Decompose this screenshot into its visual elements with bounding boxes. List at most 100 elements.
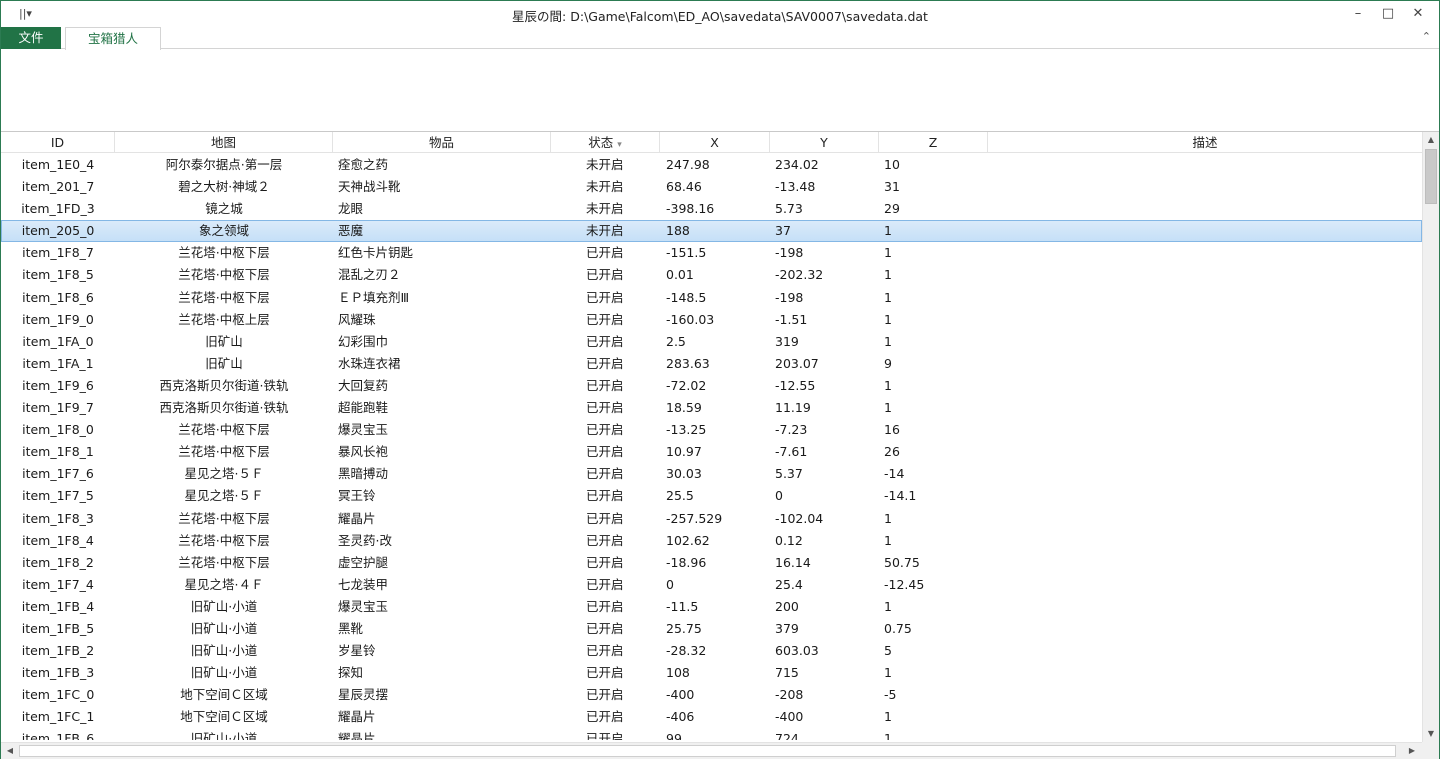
column-header-desc[interactable]: 描述 [988,132,1422,153]
cell-x: -18.96 [666,554,707,570]
cell-z: 31 [884,179,900,195]
window-title: 星辰の間: D:\Game\Falcom\ED_AO\savedata\SAV0… [512,9,928,24]
column-header-item[interactable]: 物品 [333,132,551,153]
cell-id: item_1FD_3 [21,201,95,217]
table-row[interactable]: item_1FB_3 旧矿山·小道 探知 已开启 108 715 1 [1,662,1422,684]
table-row[interactable]: item_205_0 象之领域 恶魔 未开启 188 37 1 [1,220,1422,243]
cell-item: 耀晶片 [338,510,376,526]
cell-id: item_1F7_4 [22,576,94,592]
cell-map: 旧矿山·小道 [190,598,258,614]
table-row[interactable]: item_1F8_6 兰花塔·中枢下层 ＥＰ填充剂Ⅲ 已开启 -148.5 -198 1 [1,287,1422,309]
tab-treasure-hunter[interactable]: 宝箱猎人 [65,27,161,50]
horizontal-scrollbar[interactable]: ◀ ▶ [1,742,1422,759]
cell-map: 地下空间Ｃ区域 [180,709,268,725]
cell-map: 兰花塔·中枢下层 [178,532,270,548]
cell-desc [988,706,1422,728]
table-row[interactable]: item_1FB_5 旧矿山·小道 黑靴 已开启 25.75 379 0.75 [1,618,1422,640]
table-row[interactable]: item_1F9_6 西克洛斯贝尔街道·铁轨 大回复药 已开启 -72.02 -12.55… [1,375,1422,397]
cell-state: 已开启 [586,665,624,681]
table-row[interactable]: item_1F7_6 星见之塔·５Ｆ 黑暗搏动 已开启 30.03 5.37 -14 [1,463,1422,485]
cell-item: 岁星铃 [338,643,376,659]
cell-desc [988,154,1422,176]
table-row[interactable]: item_1F8_2 兰花塔·中枢下层 虚空护腿 已开启 -18.96 16.14 50.7… [1,552,1422,574]
table-row[interactable]: item_1FB_2 旧矿山·小道 岁星铃 已开启 -28.32 603.03 5 [1,640,1422,662]
horizontal-scroll-thumb[interactable] [19,745,1396,757]
table-row[interactable]: item_1F7_4 星见之塔·４Ｆ 七龙装甲 已开启 0 25.4 -12.45 [1,574,1422,596]
cell-y: -400 [775,709,804,725]
table-row[interactable]: item_1F8_3 兰花塔·中枢下层 耀晶片 已开启 -257.529 -102.04 1 [1,508,1422,530]
cell-z: 1 [884,311,892,327]
cell-map: 地下空间Ｃ区域 [180,687,268,703]
cell-item: 爆灵宝玉 [338,422,389,438]
table-row[interactable]: item_1FC_0 地下空间Ｃ区域 星辰灵摆 已开启 -400 -208 -5 [1,684,1422,706]
cell-y: 234.02 [775,157,819,172]
column-header-map[interactable]: 地图 [115,132,333,153]
cell-item: 红色卡片钥匙 [338,245,414,261]
scroll-right-icon[interactable]: ▶ [1404,743,1420,759]
table-row[interactable]: item_1FA_1 旧矿山 水珠连衣裙 已开启 283.63 203.07 9 [1,353,1422,375]
table-row[interactable]: item_1F8_5 兰花塔·中枢下层 混乱之刃２ 已开启 0.01 -202.32 1 [1,264,1422,286]
table-row[interactable]: item_1FB_4 旧矿山·小道 爆灵宝玉 已开启 -11.5 200 1 [1,596,1422,618]
cell-y: -198 [775,245,804,261]
column-header-y[interactable]: Y [770,132,879,153]
column-header-x[interactable]: X [660,132,770,153]
cell-id: item_1F8_7 [22,245,94,261]
table-row[interactable]: item_1F8_7 兰花塔·中枢下层 红色卡片钥匙 已开启 -151.5 -198 1 [1,242,1422,264]
cell-y: 379 [775,620,799,636]
table-row[interactable]: item_1FC_1 地下空间Ｃ区域 耀晶片 已开启 -406 -400 1 [1,706,1422,728]
cell-y: -13.48 [775,179,816,195]
cell-desc [988,287,1422,309]
maximize-button[interactable]: □ [1373,5,1403,23]
vertical-scroll-thumb[interactable] [1425,149,1437,204]
table-row[interactable]: item_1E0_4 阿尔泰尔据点·第一层 痊愈之药 未开启 247.98 234.02 1… [1,154,1422,176]
cell-z: 16 [884,422,900,438]
table-row[interactable]: item_1FD_3 镜之城 龙眼 未开启 -398.16 5.73 29 [1,198,1422,220]
cell-map: 兰花塔·中枢下层 [178,245,270,261]
cell-x: 188 [666,223,690,239]
vertical-scrollbar[interactable]: ▲ ▼ [1422,132,1439,742]
tab-file[interactable]: 文件 [1,27,61,49]
cell-z: -12.45 [884,576,925,592]
column-header-id[interactable]: ID [1,132,115,153]
cell-x: 99 [666,731,682,740]
table-body: item_1E0_4 阿尔泰尔据点·第一层 痊愈之药 未开启 247.98 234.02 1… [1,154,1422,740]
table-row[interactable]: item_1F9_7 西克洛斯贝尔街道·铁轨 超能跑鞋 已开启 18.59 11.19 1 [1,397,1422,419]
cell-desc [988,596,1422,618]
cell-x: -406 [666,709,695,725]
cell-item: 大回复药 [338,377,389,393]
table-row[interactable]: item_1F9_0 兰花塔·中枢上层 风耀珠 已开启 -160.03 -1.51 1 [1,309,1422,331]
table-row[interactable]: item_1F8_0 兰花塔·中枢下层 爆灵宝玉 已开启 -13.25 -7.23 16 [1,419,1422,441]
cell-desc [988,176,1422,198]
table-row[interactable]: item_1F8_4 兰花塔·中枢下层 圣灵药·改 已开启 102.62 0.12 1 [1,530,1422,552]
table-row[interactable]: item_201_7 碧之大树·神域２ 天神战斗靴 未开启 68.46 -13.48 31 [1,176,1422,198]
cell-state: 已开启 [586,620,624,636]
table-row[interactable]: item_1F8_1 兰花塔·中枢下层 暴风长袍 已开启 10.97 -7.61 26 [1,441,1422,463]
cell-x: 0.01 [666,267,694,283]
scroll-left-icon[interactable]: ◀ [2,743,18,759]
table-row[interactable]: item_1FA_0 旧矿山 幻彩围巾 已开启 2.5 319 1 [1,331,1422,353]
cell-y: -7.61 [775,444,808,460]
cell-state: 已开启 [586,510,624,526]
column-header-state[interactable]: 状态 ▾ [551,132,660,153]
cell-id: item_1F8_5 [22,267,94,283]
cell-item: 虚空护腿 [338,554,389,570]
close-button[interactable]: ✕ [1403,5,1433,23]
cell-desc [988,508,1422,530]
cell-id: item_1E0_4 [21,157,95,172]
table-row[interactable]: item_1FB_6 旧矿山·小道 耀晶片 已开启 99 724 1 [1,728,1422,740]
cell-z: 1 [884,377,892,393]
collapse-ribbon-icon[interactable]: ⌃ [1422,30,1431,43]
table-row[interactable]: item_1F7_5 星见之塔·５Ｆ 冥王铃 已开启 25.5 0 -14.1 [1,485,1422,507]
cell-desc [988,485,1422,507]
cell-state: 已开启 [586,267,624,283]
cell-z: 1 [884,400,892,416]
treasure-table: ID 地图 物品 状态 ▾ X Y Z 描述 item_1E0_4 阿尔泰尔据点·第… [1,131,1439,759]
cell-y: 37 [775,223,791,239]
scroll-down-icon[interactable]: ▼ [1423,726,1439,742]
cell-item: 风耀珠 [338,311,376,327]
scroll-up-icon[interactable]: ▲ [1423,132,1439,148]
column-header-z[interactable]: Z [879,132,988,153]
cell-state: 未开启 [586,157,624,172]
cell-id: item_1F9_0 [22,311,94,327]
minimize-button[interactable]: – [1343,5,1373,23]
